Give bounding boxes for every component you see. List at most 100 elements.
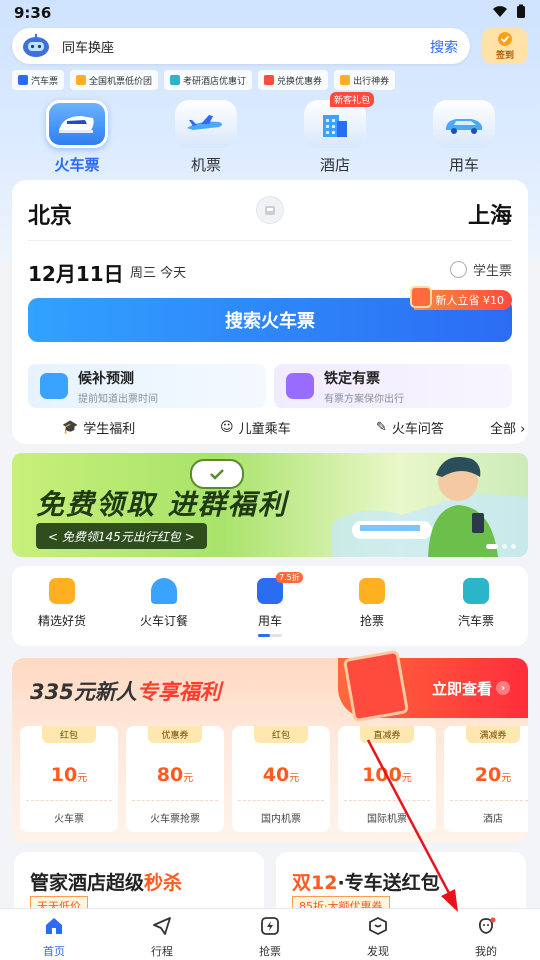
link-label: 学生福利 — [83, 421, 136, 437]
dining-bell-icon — [151, 578, 177, 604]
tab-label: 抢票 — [259, 945, 281, 958]
link-label: 儿童乘车 — [238, 421, 291, 437]
tab-hotel[interactable]: 新客礼包 酒店 — [300, 92, 374, 175]
quick-tag-bus[interactable]: 汽车票 — [12, 70, 65, 90]
swap-cities-button[interactable] — [256, 196, 284, 224]
status-bar: 9:36 — [0, 0, 540, 26]
link-student-benefits[interactable]: 🎓 学生福利 — [62, 418, 135, 437]
coupon-card[interactable]: 满减券 20元 酒店 — [444, 726, 528, 832]
booking-links: 🎓 学生福利 ☺ 儿童乘车 ✎ 火车问答 全部 › — [12, 416, 528, 438]
coupon-scope: 火车票 — [54, 814, 84, 825]
student-ticket-option[interactable]: 学生票 — [449, 260, 512, 279]
coupon-type: 红包 — [42, 726, 96, 743]
tab-grab-ticket[interactable]: 抢票 — [240, 915, 300, 959]
service-car[interactable]: 7.5折 用车 — [230, 572, 310, 629]
waitlist-icon — [40, 373, 68, 399]
chevron-right-icon: › — [496, 681, 510, 695]
service-selected-goods[interactable]: 精选好货 — [22, 578, 102, 629]
coupon-card[interactable]: 红包 10元 火车票 — [20, 726, 118, 832]
departure-city[interactable]: 北京 — [28, 198, 72, 230]
coupon-amount-value: 10 — [50, 764, 78, 786]
coupon-divider — [344, 800, 430, 801]
card-title-highlight: 秒杀 — [144, 872, 183, 894]
banner-dot — [502, 544, 507, 549]
student-ticket-radio[interactable] — [449, 261, 467, 278]
arrival-city[interactable]: 上海 — [468, 198, 512, 230]
quick-tag-label: 全国机票低价团 — [89, 76, 153, 87]
child-icon: ☺ — [220, 419, 234, 435]
coupon-card[interactable]: 红包 40元 国内机票 — [232, 726, 330, 832]
status-icons — [492, 4, 526, 19]
card-title: 双12·专车送红包 — [292, 868, 440, 895]
coupon-amount-value: 100 — [362, 764, 402, 786]
tab-trips[interactable]: 行程 — [132, 915, 192, 959]
coupon-unit: 元 — [77, 773, 88, 784]
coupon-divider — [450, 800, 528, 801]
coupon-divider — [26, 800, 112, 801]
car-icon — [446, 119, 482, 134]
home-icon — [46, 918, 62, 934]
hotel-tile: 新客礼包 — [304, 92, 374, 148]
tab-discover[interactable]: 发现 — [348, 915, 408, 959]
signin-button[interactable]: 签到 — [482, 28, 528, 64]
banner-headline: 免费领取 进群福利 — [36, 488, 288, 521]
tab-label: 首页 — [43, 945, 65, 958]
benefits-title-prefix: 335元新人 — [30, 680, 137, 704]
coupon-icon — [264, 75, 275, 85]
link-label: 全部 › — [490, 421, 526, 437]
group-icon — [76, 75, 87, 85]
departure-date[interactable]: 12月11日 — [28, 258, 124, 287]
divider — [28, 240, 512, 241]
tab-flight[interactable]: 机票 — [171, 100, 241, 175]
waitlist-prediction-button[interactable]: 候补预测 提前知道出票时间 — [28, 364, 266, 408]
card-title-text: 管家酒店超级 — [30, 872, 145, 894]
feature-title: 候补预测 — [78, 370, 134, 387]
banner-subtitle: < 免费领145元出行红包 > — [36, 523, 207, 549]
card-title: 管家酒店超级秒杀 — [30, 868, 182, 895]
bus-icon — [463, 578, 489, 604]
discover-icon — [369, 916, 387, 936]
coupon-amount: 10元 — [20, 764, 118, 786]
coupon-unit: 元 — [289, 773, 300, 784]
gift-icon — [409, 286, 432, 308]
quick-tag-redeem-coupon[interactable]: 兑换优惠券 — [258, 70, 329, 90]
train-icon — [59, 116, 94, 133]
banner-dot — [486, 544, 498, 549]
service-label: 用车 — [257, 614, 282, 628]
search-bar[interactable]: 同车换座 搜索 — [12, 28, 470, 64]
coupon-card[interactable]: 直减券 100元 国际机票 — [338, 726, 436, 832]
hotel-flash-sale-card[interactable]: 管家酒店超级秒杀 天天低价 — [14, 852, 264, 912]
link-child-ride[interactable]: ☺ 儿童乘车 — [220, 418, 291, 437]
new-user-benefits-section: 335元新人专享福利 立即查看 › 红包 10元 火车票 优惠券 80元 火车票… — [12, 649, 528, 842]
lightning-ticket-icon — [359, 578, 385, 604]
promo-banner[interactable]: 免费领取 进群福利 < 免费领145元出行红包 > — [12, 453, 528, 557]
flight-tile — [175, 100, 237, 148]
service-grab-ticket[interactable]: 抢票 — [332, 578, 412, 629]
tab-car[interactable]: 用车 — [429, 100, 499, 175]
service-train-meal[interactable]: 火车订餐 — [124, 578, 204, 629]
quick-tag-flight-group[interactable]: 全国机票低价团 — [70, 70, 159, 90]
service-bus-ticket[interactable]: 汽车票 — [436, 578, 516, 629]
tab-home[interactable]: 首页 — [24, 915, 84, 959]
card-title-text: ·专车送红包 — [337, 872, 440, 894]
guaranteed-ticket-button[interactable]: 铁定有票 有票方案保你出行 — [274, 364, 512, 408]
quick-tag-travel-coupon[interactable]: 出行神券 — [334, 70, 396, 90]
checkin-icon — [498, 32, 512, 46]
coupon-amount: 80元 — [126, 764, 224, 786]
search-button[interactable]: 搜索 — [430, 37, 458, 57]
search-input[interactable]: 同车换座 — [62, 37, 114, 56]
coupon-amount-value: 40 — [262, 764, 290, 786]
coupon-card[interactable]: 优惠券 80元 火车票抢票 — [126, 726, 224, 832]
guarantee-icon — [286, 373, 314, 399]
double12-car-card[interactable]: 双12·专车送红包 85折·大额优惠券 — [276, 852, 526, 912]
tab-train[interactable]: 火车票 — [42, 100, 112, 175]
banner-dot — [511, 544, 516, 549]
link-train-qa[interactable]: ✎ 火车问答 — [376, 418, 444, 437]
service-label: 汽车票 — [457, 614, 494, 628]
link-all[interactable]: 全部 › — [490, 418, 525, 437]
quick-tag-exam-hotel[interactable]: 考研酒店优惠订 — [164, 70, 253, 90]
feature-title: 铁定有票 — [324, 370, 380, 387]
tab-profile[interactable]: 我的 — [456, 915, 516, 959]
train-tile — [46, 100, 108, 148]
qa-icon: ✎ — [376, 419, 387, 435]
